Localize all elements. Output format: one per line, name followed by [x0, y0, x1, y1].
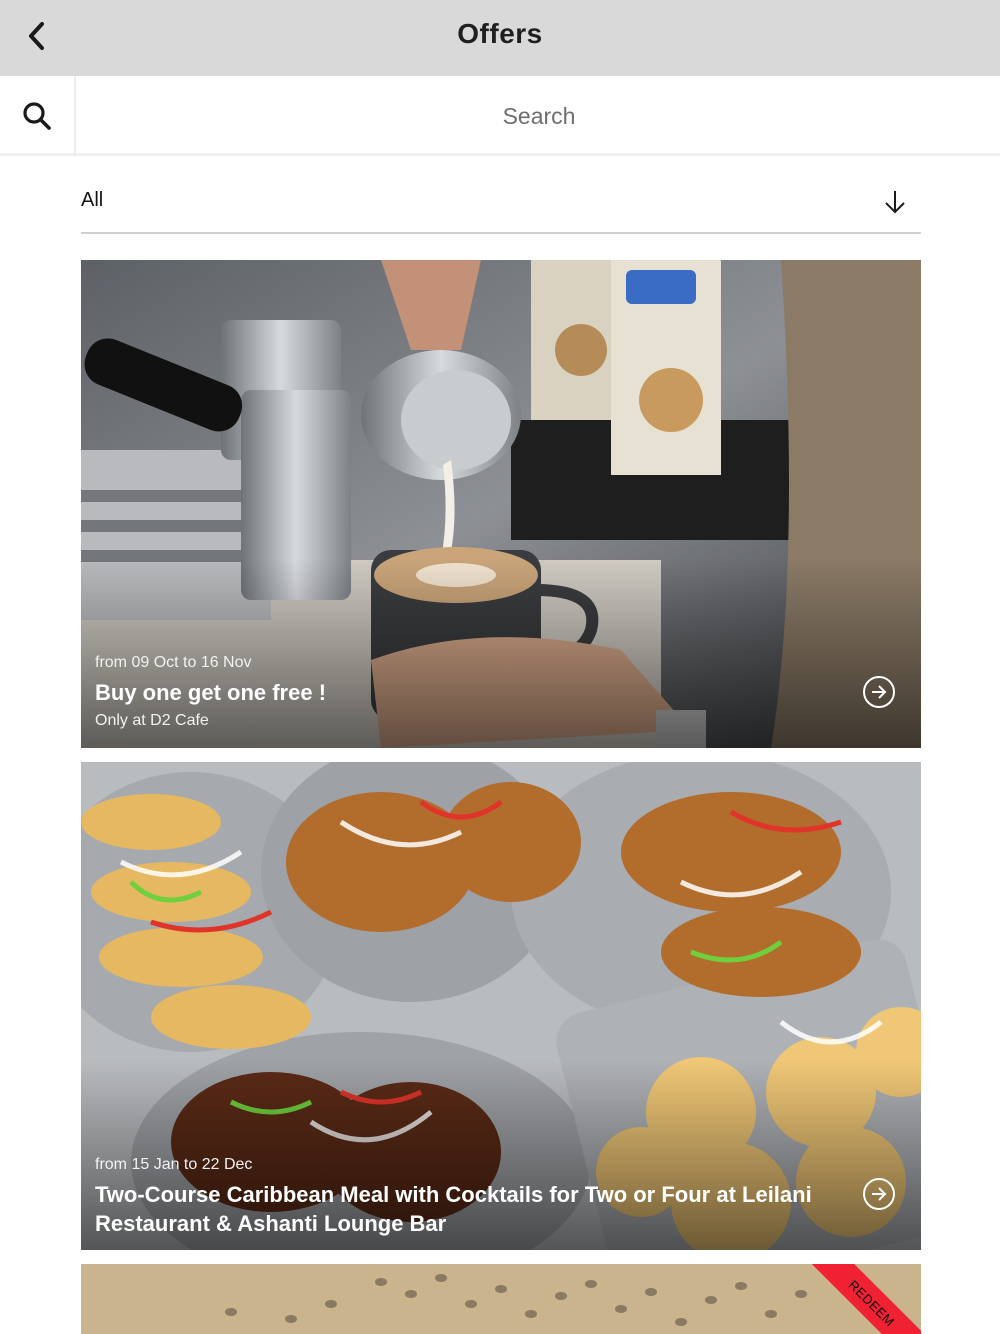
- search-input[interactable]: [78, 76, 1000, 156]
- top-bar: Offers: [0, 0, 1000, 76]
- filter-selected-value: All: [81, 189, 104, 211]
- coffee-beans-burlap-photo: [81, 1264, 921, 1334]
- offer-text: from 09 Oct to 16 Nov Buy one get one fr…: [95, 654, 851, 730]
- category-filter-dropdown[interactable]: All: [81, 172, 921, 234]
- offer-dates: from 15 Jan to 22 Dec: [95, 1156, 253, 1173]
- offer-open-button[interactable]: [863, 676, 895, 708]
- offer-text: from 15 Jan to 22 Dec Two-Course Caribbe…: [95, 1156, 851, 1238]
- offer-dates: from 09 Oct to 16 Nov: [95, 654, 252, 671]
- offer-subtitle: Only at D2 Cafe: [95, 712, 209, 729]
- offer-card[interactable]: REDEEM: [81, 1264, 921, 1334]
- search-icon: [23, 102, 51, 130]
- offer-title: Two-Course Caribbean Meal with Cocktails…: [95, 1182, 812, 1236]
- offer-title: Buy one get one free !: [95, 680, 327, 705]
- page-title: Offers: [457, 18, 543, 49]
- offer-card[interactable]: from 09 Oct to 16 Nov Buy one get one fr…: [81, 260, 921, 748]
- offer-open-button[interactable]: [863, 1178, 895, 1210]
- arrow-right-circle-icon: [872, 685, 887, 699]
- offer-card[interactable]: from 15 Jan to 22 Dec Two-Course Caribbe…: [81, 762, 921, 1250]
- arrow-right-circle-icon: [872, 1187, 887, 1201]
- search-bar: [0, 76, 1000, 156]
- search-button[interactable]: [0, 76, 76, 156]
- arrow-down-icon: [885, 191, 905, 214]
